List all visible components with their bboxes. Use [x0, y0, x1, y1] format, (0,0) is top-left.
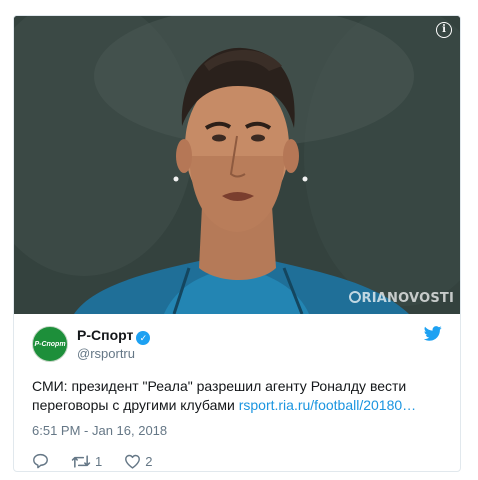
info-icon[interactable]: i	[436, 22, 452, 38]
tweet-actions: 1 2	[32, 451, 442, 471]
photo-watermark: RIANOVOSTI	[348, 291, 454, 306]
verified-badge-icon: ✓	[136, 330, 151, 345]
avatar-logo-text: Р-Спорт	[34, 340, 66, 348]
player-photo-illustration	[14, 16, 460, 314]
tweet-text: СМИ: президент "Реала" разрешил агенту Р…	[32, 377, 442, 415]
tweet-body: Р-Спорт Р-Спорт ✓ @rsportru СМИ: президен…	[14, 314, 460, 471]
tweet-author[interactable]: Р-Спорт Р-Спорт ✓ @rsportru	[32, 326, 442, 362]
embedded-tweet-card[interactable]: i RIANOVOSTI Р-Спорт Р-Спорт ✓ @rsportru …	[13, 15, 461, 472]
heart-icon	[125, 454, 141, 469]
ria-logo-icon	[348, 291, 361, 303]
reply-icon	[33, 453, 48, 469]
retweet-count: 1	[95, 453, 103, 469]
twitter-bird-icon[interactable]	[424, 326, 442, 341]
tweet-timestamp[interactable]: 6:51 PM - Jan 16, 2018	[32, 423, 442, 438]
avatar[interactable]: Р-Спорт	[32, 326, 68, 362]
author-display-name[interactable]: Р-Спорт	[77, 327, 133, 343]
tweet-photo[interactable]: i RIANOVOSTI	[14, 16, 460, 314]
reply-button[interactable]	[32, 453, 49, 469]
retweet-button[interactable]: 1	[71, 454, 102, 469]
like-count: 2	[145, 453, 153, 469]
retweet-icon	[71, 454, 91, 468]
author-handle[interactable]: @rsportru	[77, 345, 150, 362]
like-button[interactable]: 2	[124, 454, 152, 469]
tweet-link[interactable]: rsport.ria.ru/football/20180…	[239, 397, 416, 413]
